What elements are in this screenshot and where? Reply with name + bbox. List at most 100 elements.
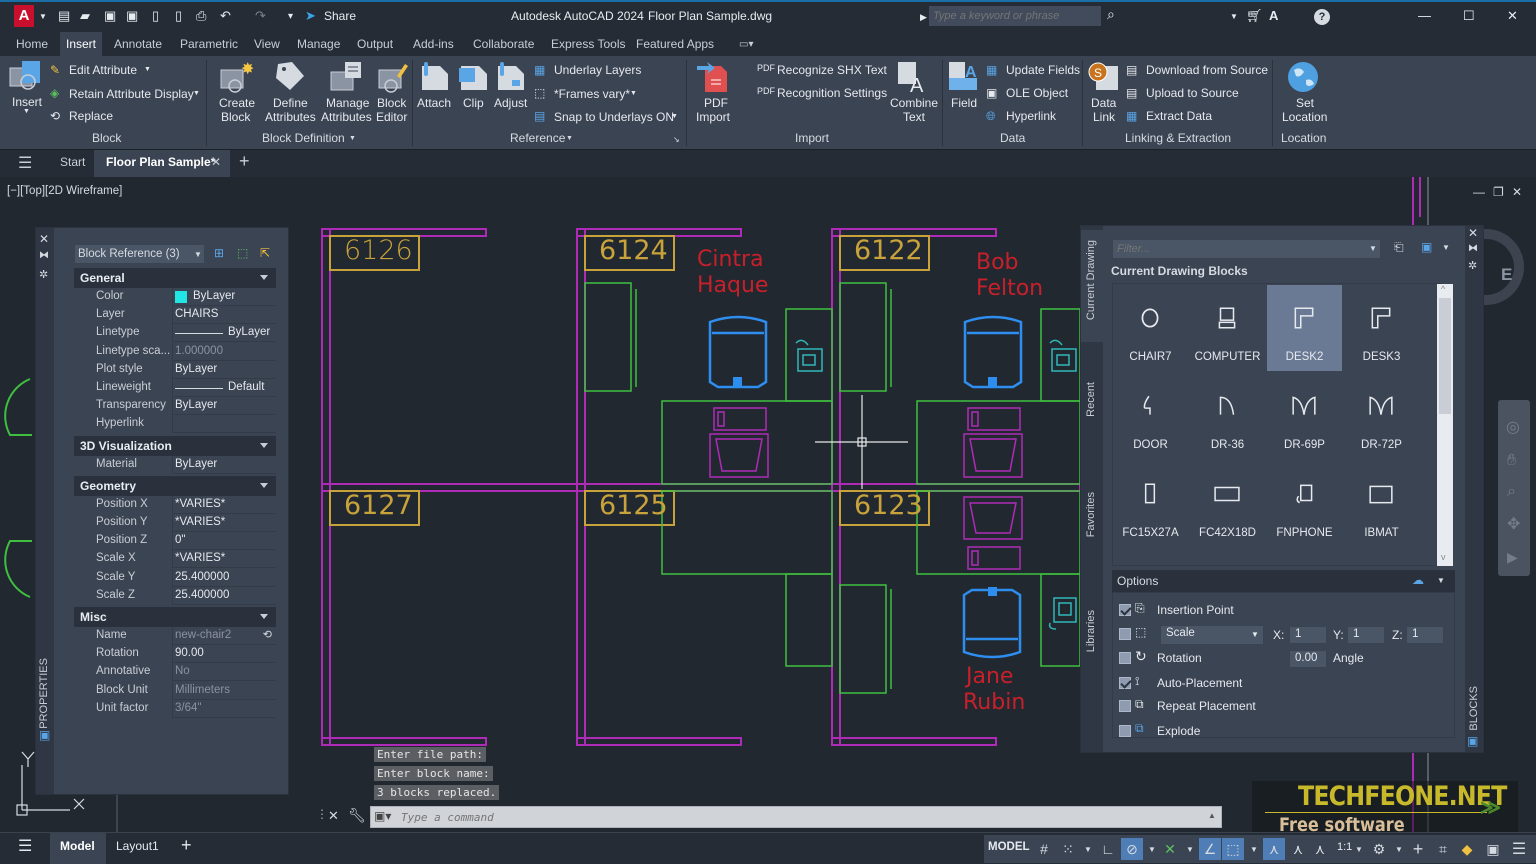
combine-text-icon[interactable]: A	[896, 60, 930, 94]
define-attributes-button[interactable]: Define	[273, 96, 308, 110]
frames-dropdown-icon[interactable]: ▼	[630, 90, 637, 97]
close-tab-icon[interactable]: ✕	[211, 155, 221, 169]
property-value[interactable]: 90.00	[175, 647, 204, 659]
workspace-gear-icon[interactable]: ⚙	[1368, 838, 1390, 860]
rotation-checkbox[interactable]	[1119, 652, 1131, 664]
extract-data-button[interactable]: Extract Data	[1146, 109, 1212, 123]
property-row[interactable]: Transparency ByLayer	[74, 397, 276, 416]
clean-screen-icon[interactable]: ▣	[1482, 838, 1504, 860]
property-row[interactable]: Scale Y 25.400000	[74, 568, 276, 587]
reference-dialog-launcher-icon[interactable]: ↘	[673, 135, 680, 144]
insertion-point-checkbox[interactable]	[1119, 604, 1131, 616]
block-item[interactable]: DESK3	[1344, 285, 1419, 371]
create-block-button-line2[interactable]: Block	[221, 110, 250, 124]
grid-icon[interactable]: #	[1033, 838, 1055, 860]
share-icon[interactable]: ➤	[305, 8, 316, 24]
pdf-import-icon[interactable]	[697, 60, 731, 94]
edit-attribute-button[interactable]: Edit Attribute	[69, 63, 137, 77]
side-tab-recent[interactable]: Recent	[1085, 382, 1097, 417]
scroll-down-icon[interactable]: v	[1441, 552, 1446, 562]
scale-dropdown-arrow-icon[interactable]: ▼	[1251, 630, 1259, 639]
steering-wheel-icon[interactable]: ◎	[1506, 417, 1520, 437]
blocks-titlebar[interactable]	[1465, 226, 1483, 752]
property-row[interactable]: Position Z 0"	[74, 532, 276, 551]
recent-commands-icon[interactable]: ▣▾	[374, 809, 391, 823]
block-item[interactable]: COMPUTER	[1190, 285, 1265, 371]
manage-attributes-button[interactable]: Manage	[326, 96, 369, 110]
section-header-general[interactable]: General	[74, 268, 276, 288]
zoom-extents-icon[interactable]: ⌕	[1507, 483, 1516, 501]
property-row[interactable]: Lineweight Default	[74, 379, 276, 397]
property-row[interactable]: Scale Z 25.400000	[74, 586, 276, 605]
rotation-angle-input[interactable]: 0.00	[1289, 650, 1327, 668]
file-tabs-menu-icon[interactable]: ☰	[18, 153, 32, 173]
drawing-canvas[interactable]: [−][Top][2D Wireframe] — ❐ ✕ 6126 6124 6…	[0, 177, 1536, 832]
tab-featured-apps[interactable]: Featured Apps	[636, 37, 714, 51]
scale-dropdown-icon[interactable]: ▼	[1348, 838, 1370, 860]
download-from-source-button[interactable]: Download from Source	[1146, 63, 1268, 77]
close-palette-icon[interactable]: ✕	[1468, 226, 1478, 240]
tab-view[interactable]: View	[254, 37, 280, 51]
recognition-settings-button[interactable]: Recognition Settings	[777, 86, 887, 100]
reference-dropdown-icon[interactable]: ▼	[566, 135, 573, 142]
search-icon[interactable]: ⌕	[1107, 6, 1115, 23]
save-web-icon[interactable]: ▯	[175, 8, 182, 24]
property-value[interactable]: 0"	[175, 534, 185, 546]
property-row[interactable]: Layer CHAIRS	[74, 306, 276, 325]
snap-dropdown-icon[interactable]: ▼	[671, 113, 678, 120]
block-item[interactable]: FNPHONE	[1267, 461, 1342, 547]
ribbon-options-icon[interactable]: ▭▾	[739, 39, 753, 50]
section-header-3d-visualization[interactable]: 3D Visualization	[74, 435, 276, 456]
quick-select-icon[interactable]: ⇱	[260, 246, 270, 260]
create-block-icon[interactable]: ✸	[219, 60, 253, 94]
isodraft-dropdown-icon[interactable]: ▼	[1179, 838, 1201, 860]
snap-mode-icon[interactable]: ⁙	[1057, 838, 1079, 860]
hyperlink-button[interactable]: Hyperlink	[1006, 109, 1056, 123]
section-header-misc[interactable]: Misc	[74, 607, 276, 627]
collapse-icon[interactable]	[260, 482, 268, 488]
block-editor-button[interactable]: Block	[377, 96, 406, 110]
app-menu-icon[interactable]: A	[14, 5, 34, 27]
command-line-customize-icon[interactable]: 🔧︎	[348, 807, 366, 824]
explode-checkbox[interactable]	[1119, 725, 1131, 737]
side-tab-current-drawing[interactable]: Current Drawing	[1085, 240, 1097, 320]
object-snap-tracking-icon[interactable]: ∠	[1199, 838, 1221, 860]
property-value[interactable]: ByLayer	[193, 290, 235, 302]
close-palette-icon[interactable]: ✕	[39, 232, 49, 246]
redo-icon[interactable]: ↷	[255, 8, 266, 24]
selection-dropdown-arrow-icon[interactable]: ▼	[194, 250, 202, 259]
auto-hide-icon[interactable]: ⧓	[1468, 243, 1478, 254]
autodesk-account-icon[interactable]: A	[1269, 8, 1278, 23]
property-value[interactable]: 25.400000	[175, 589, 229, 601]
underlay-layers-button[interactable]: Underlay Layers	[554, 63, 641, 77]
tab-collaborate[interactable]: Collaborate	[473, 37, 534, 51]
property-row[interactable]: Color ByLayer	[74, 288, 276, 306]
set-location-button-line2[interactable]: Location	[1282, 110, 1327, 124]
property-row[interactable]: Position X *VARIES*	[74, 495, 276, 514]
viewcube-east-label[interactable]: E	[1501, 265, 1512, 285]
new-layout-icon[interactable]: +	[181, 835, 192, 855]
block-name-icon[interactable]: ⟲	[263, 628, 272, 641]
palette-settings-icon[interactable]: ✲	[1468, 259, 1477, 272]
select-objects-icon[interactable]: ⬚	[237, 246, 248, 260]
dropdown-icon[interactable]: ▼	[1230, 12, 1238, 21]
tab-home[interactable]: Home	[16, 37, 48, 51]
close-icon[interactable]: ✕	[1507, 8, 1518, 24]
property-value[interactable]: 1.000000	[175, 345, 223, 357]
property-value[interactable]: new-chair2	[175, 629, 231, 641]
snap-to-underlays-button[interactable]: Snap to Underlays ON	[554, 110, 674, 124]
showmotion-icon[interactable]: ▶	[1507, 549, 1518, 566]
block-item[interactable]: DR-69P	[1267, 373, 1342, 459]
tab-insert[interactable]: Insert	[60, 32, 103, 56]
property-row[interactable]: Plot style ByLayer	[74, 360, 276, 379]
annotation-scale-icon[interactable]: ⋏	[1309, 838, 1331, 860]
block-item[interactable]: DOOR	[1113, 373, 1188, 459]
save-icon[interactable]: ▣	[104, 8, 116, 24]
pan-icon[interactable]: ✋︎	[1507, 452, 1516, 470]
share-button[interactable]: Share	[324, 9, 356, 23]
auto-placement-checkbox[interactable]	[1119, 677, 1131, 689]
import-blocks-icon[interactable]: ⎗	[1394, 240, 1404, 255]
manage-attributes-button-line2[interactable]: Attributes	[321, 110, 372, 124]
pdf-import-button[interactable]: PDF	[704, 96, 728, 110]
update-fields-button[interactable]: Update Fields	[1006, 63, 1080, 77]
